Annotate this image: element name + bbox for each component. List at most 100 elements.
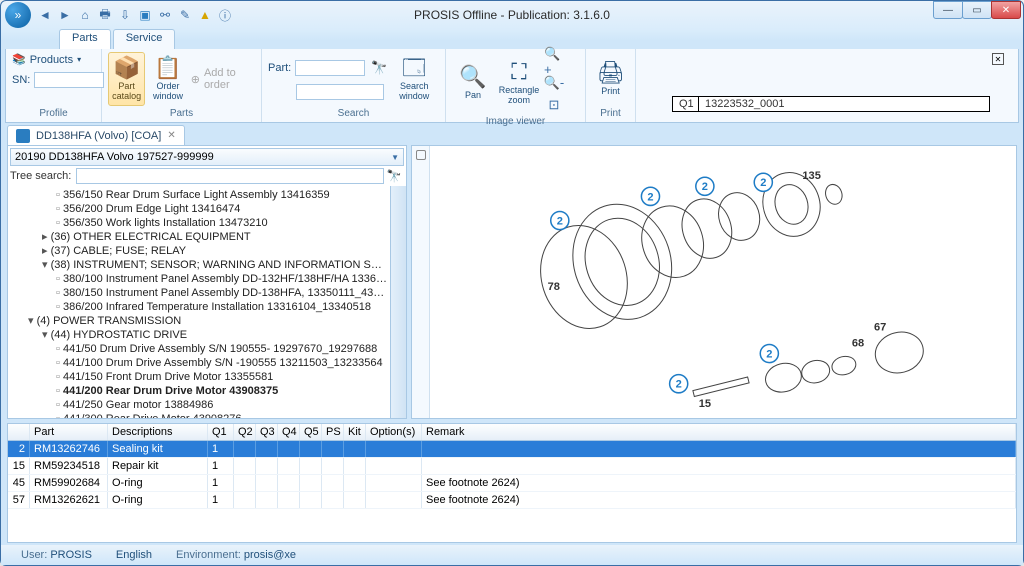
doc-icon bbox=[16, 129, 30, 143]
qat-forward-icon[interactable]: ► bbox=[57, 7, 73, 23]
tree-node[interactable]: (4) POWER TRANSMISSION bbox=[14, 314, 388, 328]
ribbon-tabs: Parts Service bbox=[1, 29, 1023, 49]
close-button[interactable]: ✕ bbox=[991, 1, 1021, 19]
qat-warn-icon[interactable]: ▲ bbox=[197, 7, 213, 23]
thumbnail-strip[interactable] bbox=[412, 146, 430, 418]
callout: 2 bbox=[754, 173, 772, 191]
qat-link-icon[interactable]: ⚯ bbox=[157, 7, 173, 23]
tab-parts[interactable]: Parts bbox=[59, 29, 111, 49]
svg-text:68: 68 bbox=[852, 337, 864, 349]
col-header[interactable]: Part bbox=[30, 424, 108, 440]
svg-text:15: 15 bbox=[699, 398, 711, 410]
svg-text:2: 2 bbox=[676, 379, 682, 391]
table-header[interactable]: PartDescriptionsQ1Q2Q3Q4Q5PSKitOption(s)… bbox=[8, 424, 1016, 441]
table-row[interactable]: 45RM59902684O-ring1See footnote 2624) bbox=[8, 475, 1016, 492]
doc-tab-close-icon[interactable]: ✕ bbox=[167, 130, 175, 141]
group-search: Search bbox=[268, 107, 439, 120]
qat-box-icon[interactable]: ▣ bbox=[137, 7, 153, 23]
col-header[interactable]: Q5 bbox=[300, 424, 322, 440]
order-window-button[interactable]: 📋Order window bbox=[149, 52, 186, 106]
qat-export-icon[interactable]: ⇩ bbox=[117, 7, 133, 23]
svg-text:2: 2 bbox=[760, 177, 766, 189]
tree-node[interactable]: 386/200 Infrared Temperature Installatio… bbox=[14, 300, 388, 314]
tree-node[interactable]: 441/200 Rear Drum Drive Motor 43908375 bbox=[14, 384, 388, 398]
zoom-out-icon[interactable]: 🔍- bbox=[544, 73, 564, 93]
tree-search-icon[interactable]: 🔭 bbox=[384, 169, 404, 183]
qat-back-icon[interactable]: ◄ bbox=[37, 7, 53, 23]
tree-node[interactable]: (38) INSTRUMENT; SENSOR; WARNING AND INF… bbox=[14, 258, 388, 272]
binoculars-icon[interactable]: 🔭 bbox=[369, 58, 389, 78]
tree-node[interactable]: 356/350 Work lights Installation 1347321… bbox=[14, 216, 388, 230]
group-profile: Profile bbox=[12, 107, 95, 120]
zoom-in-icon[interactable]: 🔍+ bbox=[544, 51, 564, 71]
status-bar: User: PROSIS English Environment: prosis… bbox=[1, 545, 1023, 565]
parts-diagram[interactable]: 2 78 2 2 2 135 2 15 2 67 68 bbox=[430, 146, 1016, 418]
pan-button[interactable]: 🔍Pan bbox=[452, 56, 494, 110]
q1-value[interactable]: 13223532_0001 bbox=[699, 97, 989, 111]
rect-zoom-button[interactable]: ⛶Rectangle zoom bbox=[498, 56, 540, 110]
tree-node[interactable]: 441/100 Drum Drive Assembly S/N -190555 … bbox=[14, 356, 388, 370]
tree-node[interactable]: 356/200 Drum Edge Light 13416474 bbox=[14, 202, 388, 216]
table-row[interactable]: 15RM59234518Repair kit1 bbox=[8, 458, 1016, 475]
box-icon: 📦 bbox=[113, 57, 140, 79]
col-header[interactable]: Option(s) bbox=[366, 424, 422, 440]
svg-text:67: 67 bbox=[874, 321, 886, 333]
doc-tab[interactable]: DD138HFA (Volvo) [COA] ✕ bbox=[7, 125, 185, 145]
col-header[interactable]: Q4 bbox=[278, 424, 300, 440]
parts-tree[interactable]: 356/150 Rear Drum Surface Light Assembly… bbox=[8, 186, 390, 418]
tree-search-input[interactable] bbox=[76, 168, 384, 184]
tree-scrollbar[interactable] bbox=[390, 186, 406, 418]
qat-home-icon[interactable]: ⌂ bbox=[77, 7, 93, 23]
tree-node[interactable]: 380/150 Instrument Panel Assembly DD-138… bbox=[14, 286, 388, 300]
table-row[interactable]: 57RM13262621O-ring1See footnote 2624) bbox=[8, 492, 1016, 509]
col-header[interactable]: Kit bbox=[344, 424, 366, 440]
status-user-label: User: bbox=[21, 549, 47, 561]
svg-text:2: 2 bbox=[557, 215, 563, 227]
callout: 2 bbox=[670, 375, 688, 393]
minimize-button[interactable]: — bbox=[933, 1, 963, 19]
tree-node[interactable]: 441/50 Drum Drive Assembly S/N 190555- 1… bbox=[14, 342, 388, 356]
print-button[interactable]: 🖨Print bbox=[592, 52, 629, 106]
zoom-fit-icon[interactable]: ⊡ bbox=[544, 95, 564, 115]
add-to-order-button[interactable]: Add to order bbox=[204, 67, 255, 91]
table-row[interactable]: 2RM13262746Sealing kit1 bbox=[8, 441, 1016, 458]
tree-node[interactable]: 356/150 Rear Drum Surface Light Assembly… bbox=[14, 188, 388, 202]
qat-tool-icon[interactable]: ✎ bbox=[177, 7, 193, 23]
pan-icon: 🔍 bbox=[459, 66, 486, 88]
part-select[interactable] bbox=[296, 84, 384, 100]
q1-close-icon[interactable]: ✕ bbox=[992, 53, 1004, 65]
part-catalog-button[interactable]: 📦Part catalog bbox=[108, 52, 145, 106]
tree-node[interactable]: 441/250 Gear motor 13884986 bbox=[14, 398, 388, 412]
tree-node[interactable]: (44) HYDROSTATIC DRIVE bbox=[14, 328, 388, 342]
col-header[interactable]: Q1 bbox=[208, 424, 234, 440]
col-header[interactable] bbox=[8, 424, 30, 440]
tree-node[interactable]: 441/150 Front Drum Drive Motor 13355581 bbox=[14, 370, 388, 384]
tree-node[interactable]: (37) CABLE; FUSE; RELAY bbox=[14, 244, 388, 258]
qat-print-icon[interactable]: 🖶 bbox=[97, 7, 113, 23]
col-header[interactable]: PS bbox=[322, 424, 344, 440]
products-label[interactable]: Products bbox=[30, 54, 73, 66]
tree-node[interactable]: 441/300 Rear Drive Motor 43908276 bbox=[14, 412, 388, 418]
model-combo[interactable]: 20190 DD138HFA Volvo 197527-999999▼ bbox=[10, 148, 404, 166]
col-header[interactable]: Q3 bbox=[256, 424, 278, 440]
group-parts: Parts bbox=[108, 107, 255, 120]
tree-node[interactable]: 380/100 Instrument Panel Assembly DD-132… bbox=[14, 272, 388, 286]
search-window-button[interactable]: 🗔Search window bbox=[393, 52, 435, 106]
app-menu-icon[interactable]: » bbox=[5, 2, 31, 28]
q1-label: Q1 bbox=[673, 97, 699, 111]
add-icon: ⊕ bbox=[191, 73, 200, 86]
status-lang[interactable]: English bbox=[116, 549, 152, 561]
callout: 2 bbox=[551, 211, 569, 229]
col-header[interactable]: Descriptions bbox=[108, 424, 208, 440]
sn-input[interactable] bbox=[34, 72, 104, 88]
tree-node[interactable]: (36) OTHER ELECTRICAL EQUIPMENT bbox=[14, 230, 388, 244]
col-header[interactable]: Q2 bbox=[234, 424, 256, 440]
maximize-button[interactable]: ▭ bbox=[962, 1, 992, 19]
status-env-label: Environment: bbox=[176, 549, 241, 561]
part-input[interactable] bbox=[295, 60, 365, 76]
printer-icon: 🖨 bbox=[597, 62, 625, 84]
col-header[interactable]: Remark bbox=[422, 424, 1016, 440]
q1-field: Q113223532_0001 bbox=[672, 96, 990, 112]
tab-service[interactable]: Service bbox=[113, 29, 176, 49]
qat-info-icon[interactable]: ⓘ bbox=[217, 7, 233, 23]
